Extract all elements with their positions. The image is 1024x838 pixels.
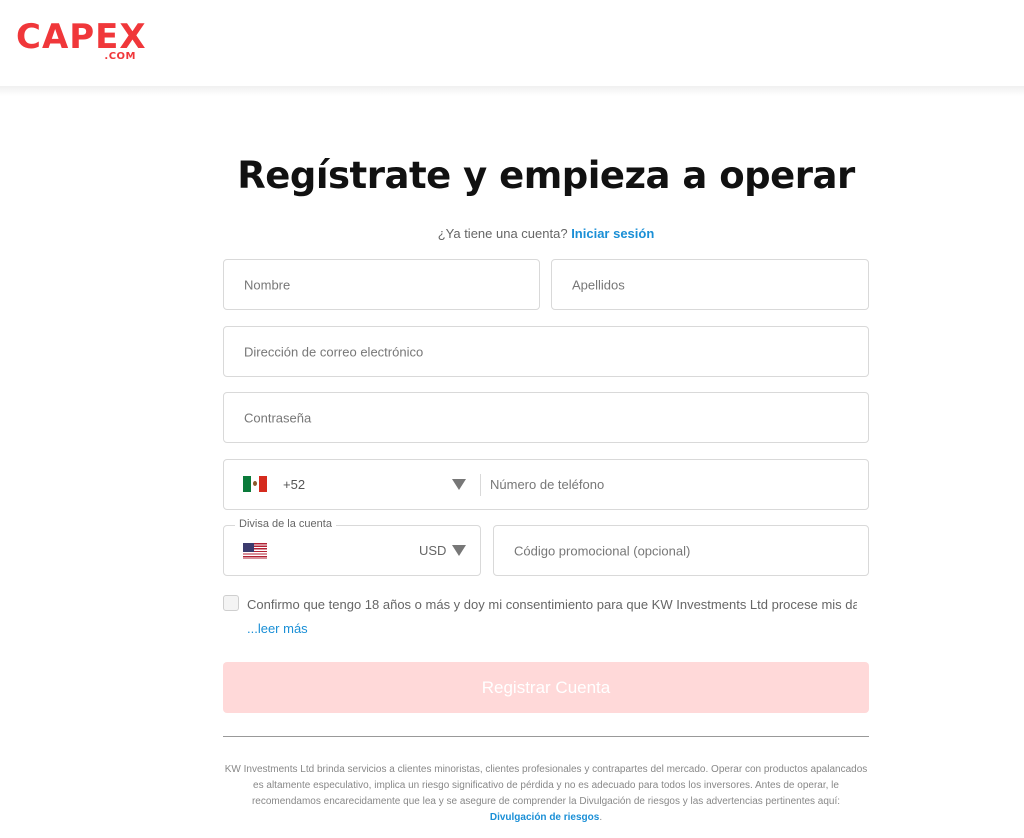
disclaimer-end: .	[599, 812, 603, 823]
us-flag-icon	[243, 543, 267, 559]
page-header: CAPEX .COM	[0, 0, 1024, 88]
promo-code-placeholder: Código promocional (opcional)	[514, 543, 691, 558]
login-question: ¿Ya tiene una cuenta?	[437, 226, 568, 241]
consent-text: Confirmo que tengo 18 años o más y doy m…	[247, 597, 857, 612]
password-field[interactable]: Contraseña	[223, 392, 869, 443]
consent-checkbox[interactable]	[223, 595, 239, 611]
currency-select[interactable]: Divisa de la cuenta USD	[223, 518, 481, 576]
page-title: Regístrate y empieza a operar	[237, 154, 855, 197]
phone-number-placeholder: Número de teléfono	[490, 477, 605, 492]
login-link[interactable]: Iniciar sesión	[571, 226, 654, 241]
phone-field: +52 Número de teléfono	[223, 459, 869, 510]
email-placeholder: Dirección de correo electrónico	[244, 344, 424, 359]
currency-label: Divisa de la cuenta	[235, 518, 336, 530]
chevron-down-icon	[452, 545, 466, 556]
logo-domain: .COM	[104, 51, 136, 62]
last-name-placeholder: Apellidos	[572, 277, 625, 292]
disclaimer-text: KW Investments Ltd brinda servicios a cl…	[224, 764, 868, 807]
read-more-link[interactable]: ...leer más	[247, 621, 308, 636]
promo-code-field[interactable]: Código promocional (opcional)	[493, 525, 869, 576]
chevron-down-icon	[452, 479, 466, 490]
email-field[interactable]: Dirección de correo electrónico	[223, 326, 869, 377]
last-name-field[interactable]: Apellidos	[551, 259, 869, 310]
footer-divider	[223, 736, 869, 737]
currency-value: USD	[419, 543, 447, 558]
first-name-field[interactable]: Nombre	[223, 259, 540, 310]
dial-code: +52	[283, 477, 306, 492]
risk-disclaimer: KW Investments Ltd brinda servicios a cl…	[223, 762, 869, 826]
country-code-select[interactable]: +52	[224, 460, 480, 509]
first-name-placeholder: Nombre	[244, 277, 291, 292]
risk-disclosure-link[interactable]: Divulgación de riesgos	[490, 812, 599, 823]
capex-logo[interactable]: CAPEX .COM	[16, 18, 146, 62]
header-divider	[0, 86, 1024, 96]
phone-number-input[interactable]: Número de teléfono	[481, 460, 868, 509]
password-placeholder: Contraseña	[244, 410, 312, 425]
mexico-flag-icon	[243, 476, 267, 492]
register-button[interactable]: Registrar Cuenta	[223, 662, 869, 713]
login-prompt: ¿Ya tiene una cuenta? Iniciar sesión	[0, 226, 1024, 241]
